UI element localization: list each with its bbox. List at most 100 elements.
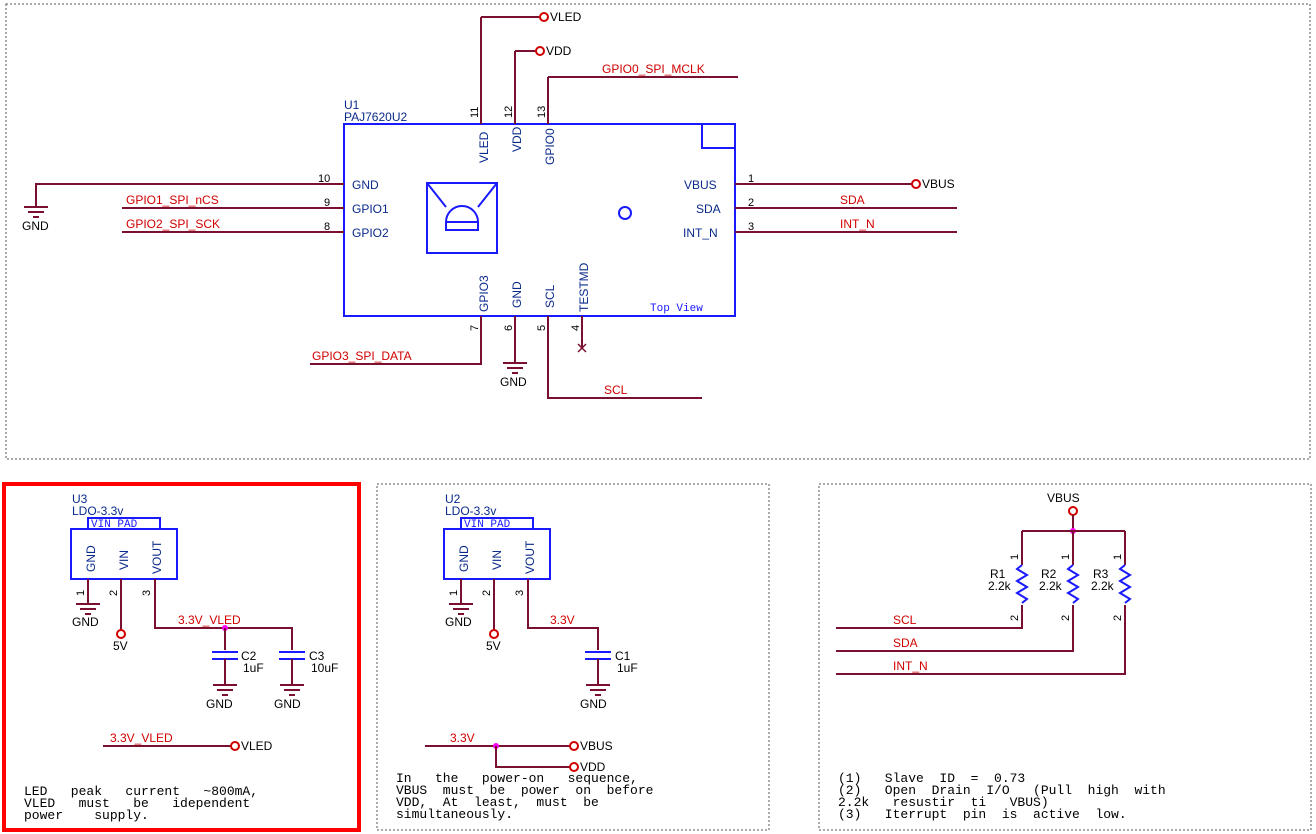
pullup-note-line-4: (3) Iterrupt pin is active low. — [838, 807, 1127, 822]
u3-pin-num-3: 3 — [141, 590, 153, 596]
svg-text:1: 1 — [1112, 554, 1124, 560]
net-int-n-pullup: INT_N — [893, 659, 928, 673]
net-3v3-vled-u3: 3.3V_VLED — [178, 613, 241, 627]
svg-text:2: 2 — [1009, 615, 1021, 621]
net-5v-u2: 5V — [486, 639, 501, 653]
net-vled: VLED — [550, 10, 582, 24]
svg-text:1: 1 — [1060, 554, 1072, 560]
u1-bottom-pin-labels: 7 6 5 4 GPIO3 GND SCL TESTMD — [469, 262, 591, 331]
pin-num-3: 3 — [748, 221, 754, 233]
u2-part: LDO-3.3v — [445, 504, 496, 518]
pin-name-gpio3: GPIO3 — [477, 275, 491, 312]
pin-name-vbus: VBUS — [684, 178, 717, 192]
u2-pin-gnd: GND — [457, 545, 471, 572]
pin-num-1: 1 — [748, 173, 754, 185]
net-sda-pullup: SDA — [893, 636, 918, 650]
u2-pin-num-2: 2 — [481, 590, 493, 596]
pin-num-13: 13 — [536, 106, 548, 118]
pin-num-4: 4 — [570, 325, 582, 331]
pin1-dot-marker — [618, 206, 632, 220]
pin-name-sda: SDA — [696, 202, 721, 216]
r3-symbol — [1118, 564, 1132, 604]
u3-pin-num-2: 2 — [108, 590, 120, 596]
net-int-n-u1: INT_N — [840, 217, 875, 231]
gnd-label-u1-bottom: GND — [500, 375, 527, 389]
net-vbus-u2: VBUS — [580, 739, 613, 753]
u2-pin-num-1: 1 — [448, 590, 460, 596]
r2-value: 2.2k — [1039, 579, 1063, 593]
u2-pin-num-3: 3 — [514, 590, 526, 596]
net-3v3-u2-out: 3.3V — [450, 731, 475, 745]
gnd-label-u2: GND — [445, 615, 472, 629]
gnd-label-u3: GND — [72, 615, 99, 629]
pin-name-gnd-bottom: GND — [510, 281, 524, 308]
u2-note-line-4: simultaneously. — [396, 807, 513, 822]
u3-pin-num-1: 1 — [75, 590, 87, 596]
net-vdd: VDD — [546, 44, 572, 58]
pin-name-scl: SCL — [543, 284, 557, 308]
u2-pin-vout: VOUT — [523, 540, 537, 574]
gnd-label-c3: GND — [274, 697, 301, 711]
pin-num-7: 7 — [469, 325, 481, 331]
r2-symbol — [1066, 564, 1080, 604]
net-gpio2: GPIO2_SPI_SCK — [126, 217, 220, 231]
pin-name-gnd: GND — [352, 178, 379, 192]
net-gpio1: GPIO1_SPI_nCS — [126, 193, 219, 207]
net-vbus-pullup: VBUS — [1047, 491, 1080, 505]
vled-ldo-frame — [2, 482, 361, 832]
pin-num-5: 5 — [536, 325, 548, 331]
r3-value: 2.2k — [1091, 579, 1115, 593]
net-vled-out: VLED — [241, 739, 273, 753]
svg-text:2: 2 — [1112, 615, 1124, 621]
gesture-sensor-symbol — [426, 182, 498, 254]
u3-pin-gnd: GND — [84, 545, 98, 572]
c3-symbol — [279, 651, 305, 660]
r1-value: 2.2k — [988, 579, 1012, 593]
gnd-label-c1: GND — [580, 697, 607, 711]
net-gpio0: GPIO0_SPI_MCLK — [602, 62, 705, 76]
c1-symbol — [585, 651, 611, 660]
pin-name-gpio0: GPIO0 — [543, 128, 557, 165]
schematic-canvas: U1 PAJ7620U2 Top View VLED VDD GPIO0_SPI… — [2, 3, 1312, 832]
pin-num-8: 8 — [324, 221, 330, 233]
pin-num-10: 10 — [318, 173, 330, 185]
pin-name-testmd: TESTMD — [577, 262, 591, 312]
pin-name-vdd: VDD — [510, 126, 524, 152]
net-5v-u3: 5V — [113, 639, 128, 653]
pin-name-vled: VLED — [477, 131, 491, 163]
net-vbus-u1: VBUS — [922, 177, 955, 191]
u2-pin-vin: VIN — [490, 550, 504, 570]
net-gpio3: GPIO3_SPI_DATA — [312, 349, 412, 363]
net-3v3-u2: 3.3V — [550, 613, 575, 627]
pin-num-2: 2 — [748, 197, 754, 209]
u1-body — [343, 123, 736, 317]
c1-value: 1uF — [617, 661, 638, 675]
u3-part: LDO-3.3v — [72, 504, 123, 518]
u3-pin-vout: VOUT — [150, 540, 164, 574]
c2-value: 1uF — [243, 661, 264, 675]
u1-view-label: Top View — [650, 303, 703, 315]
c3-value: 10uF — [311, 661, 338, 675]
pin-name-int-n: INT_N — [683, 226, 718, 240]
pin-num-6: 6 — [503, 325, 515, 331]
r1-symbol — [1015, 564, 1029, 604]
pin-name-gpio1: GPIO1 — [352, 202, 389, 216]
gnd-label-u1-left: GND — [22, 219, 49, 233]
pin-num-12: 12 — [503, 106, 515, 118]
u3-note-line-3: power supply. — [24, 808, 149, 823]
net-3v3-vled-out: 3.3V_VLED — [110, 731, 173, 745]
u1-top-pin-labels: 11 12 13 VLED VDD GPIO0 — [469, 106, 557, 165]
u1-part: PAJ7620U2 — [344, 110, 407, 124]
pin-num-11: 11 — [469, 107, 481, 118]
svg-text:2: 2 — [1060, 615, 1072, 621]
net-sda-u1: SDA — [840, 193, 865, 207]
u1-pin1-corner — [701, 124, 735, 149]
net-scl-u1: SCL — [604, 383, 628, 397]
pin-num-9: 9 — [324, 197, 330, 209]
u3-pin-vin: VIN — [117, 550, 131, 570]
net-scl-pullup: SCL — [893, 613, 917, 627]
pin-name-gpio2: GPIO2 — [352, 226, 389, 240]
c2-symbol — [212, 651, 238, 660]
gnd-label-c2: GND — [206, 697, 233, 711]
svg-text:1: 1 — [1009, 554, 1021, 560]
